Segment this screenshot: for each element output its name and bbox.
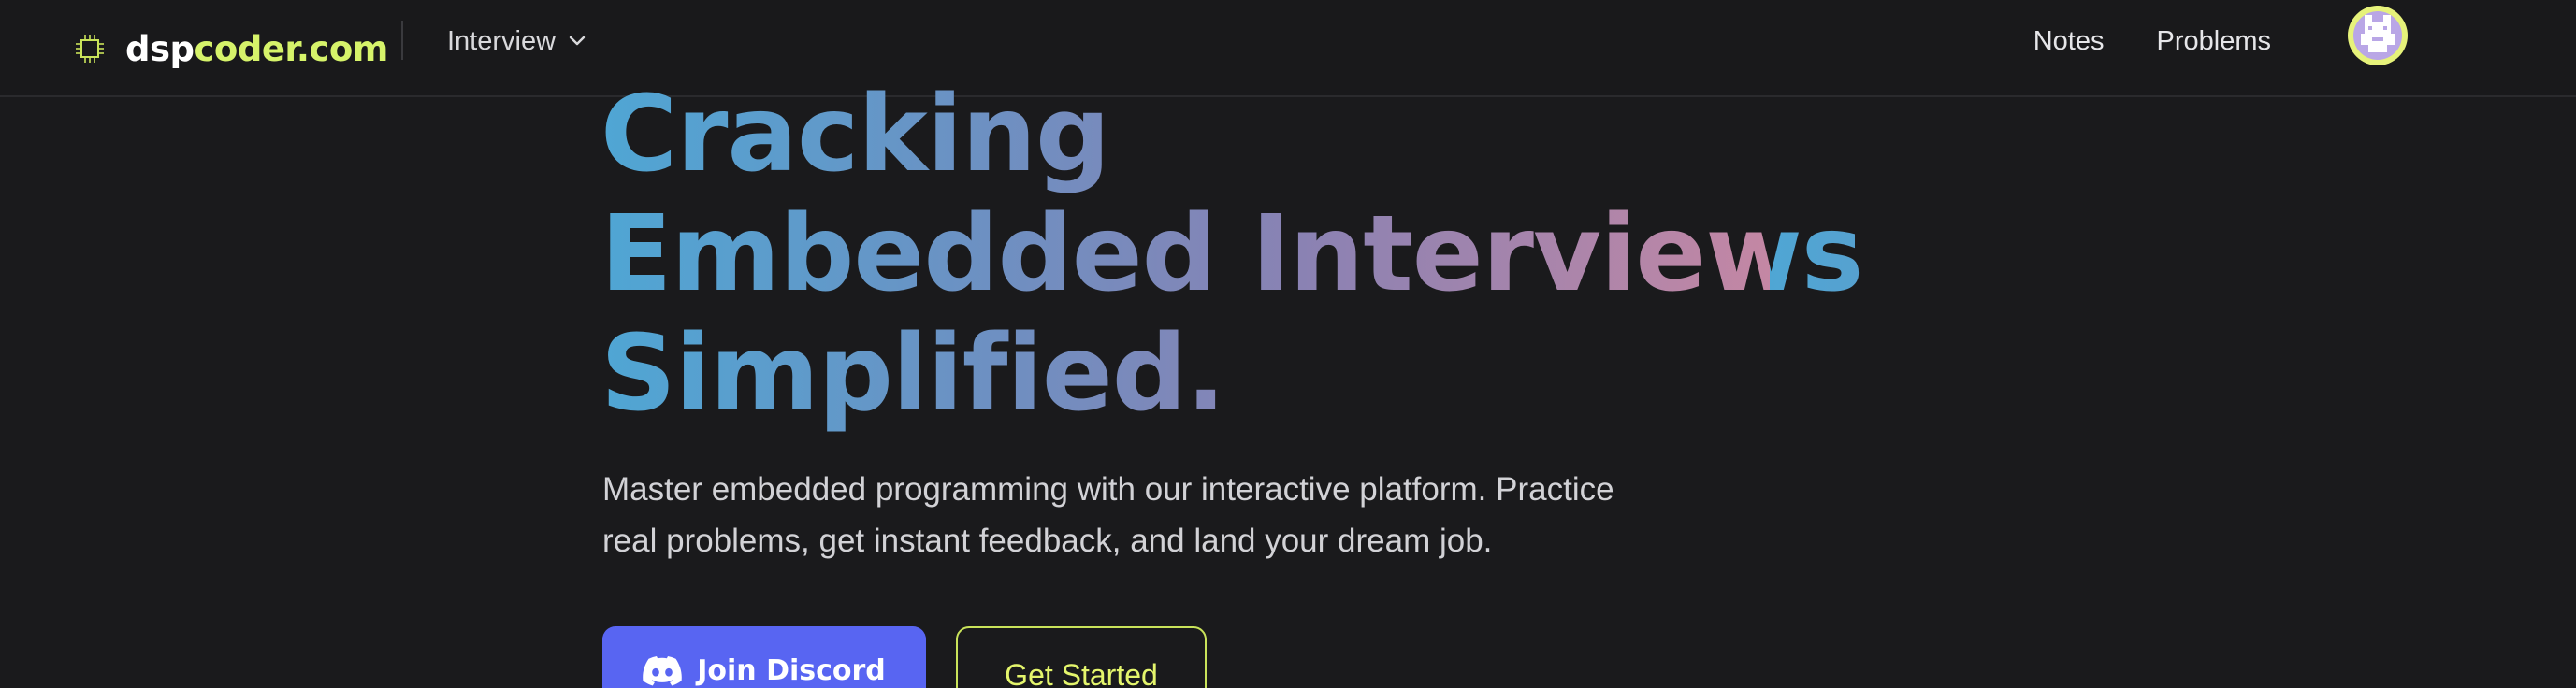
user-avatar[interactable]	[2348, 6, 2408, 65]
hero-subtitle: Master embedded programming with our int…	[602, 464, 1744, 566]
hero-subtitle-line-2: real problems, get instant feedback, and…	[602, 523, 1493, 559]
logo-text: dspcoder.com	[125, 29, 388, 69]
hero-title: Cracking Embedded Interviews Simplified.	[601, 75, 1910, 434]
chevron-down-icon	[569, 36, 586, 46]
nav-link-notes[interactable]: Notes	[2033, 26, 2105, 57]
nav-links: Notes Problems	[2033, 0, 2271, 82]
interview-dropdown[interactable]: Interview	[447, 22, 586, 60]
hero-title-line-2: Embedded Interviews	[601, 194, 1910, 314]
join-discord-label: Join Discord	[697, 654, 886, 687]
pixel-avatar-icon	[2353, 11, 2402, 60]
logo-text-domain: coder.com	[194, 28, 389, 69]
hero-title-line-1: Cracking	[601, 75, 1910, 194]
hero-subtitle-line-1: Master embedded programming with our int…	[602, 471, 1614, 508]
hero-title-line-3: Simplified.	[601, 314, 1910, 434]
logo-text-dsp: dsp	[125, 28, 195, 69]
discord-icon	[643, 656, 683, 686]
logo-link[interactable]: dspcoder.com	[73, 21, 388, 77]
get-started-label: Get Started	[1005, 658, 1158, 688]
nav-link-problems[interactable]: Problems	[2157, 26, 2272, 57]
get-started-button[interactable]: Get Started	[956, 626, 1207, 688]
page: dspcoder.com Interview Notes Problems Cr…	[0, 0, 2576, 688]
chip-icon	[76, 35, 104, 63]
interview-dropdown-label: Interview	[447, 25, 557, 56]
nav-divider	[401, 21, 403, 60]
join-discord-button[interactable]: Join Discord	[602, 626, 926, 688]
